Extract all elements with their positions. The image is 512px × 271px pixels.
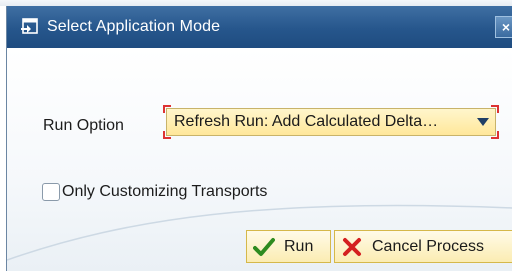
window-icon (17, 14, 43, 40)
customizing-option[interactable]: Only Customizing Transports (42, 183, 267, 201)
title-bar: Select Application Mode × (7, 6, 512, 48)
run-option-label: Run Option (43, 117, 124, 134)
only-customizing-checkbox[interactable] (42, 183, 60, 201)
close-icon: × (501, 19, 511, 35)
cross-icon (340, 235, 364, 259)
select-application-mode-dialog: Select Application Mode × Run Option Ref… (6, 6, 512, 271)
dialog-title: Select Application Mode (47, 18, 221, 35)
chevron-down-icon[interactable] (474, 113, 492, 131)
run-option-field[interactable]: Refresh Run: Add Calculated Delta… (166, 108, 496, 136)
cancel-process-button[interactable]: Cancel Process (334, 230, 512, 263)
checkmark-icon (252, 235, 276, 259)
run-button-label: Run (284, 237, 314, 255)
run-button[interactable]: Run (246, 230, 331, 263)
run-option-value: Refresh Run: Add Calculated Delta… (174, 113, 439, 130)
run-option-dropdown[interactable]: Refresh Run: Add Calculated Delta… (163, 105, 499, 139)
cancel-process-label: Cancel Process (372, 237, 485, 255)
close-button[interactable]: × (495, 16, 512, 38)
only-customizing-label: Only Customizing Transports (62, 183, 268, 200)
dialog-body: Run Option Refresh Run: Add Calculated D… (7, 48, 512, 271)
